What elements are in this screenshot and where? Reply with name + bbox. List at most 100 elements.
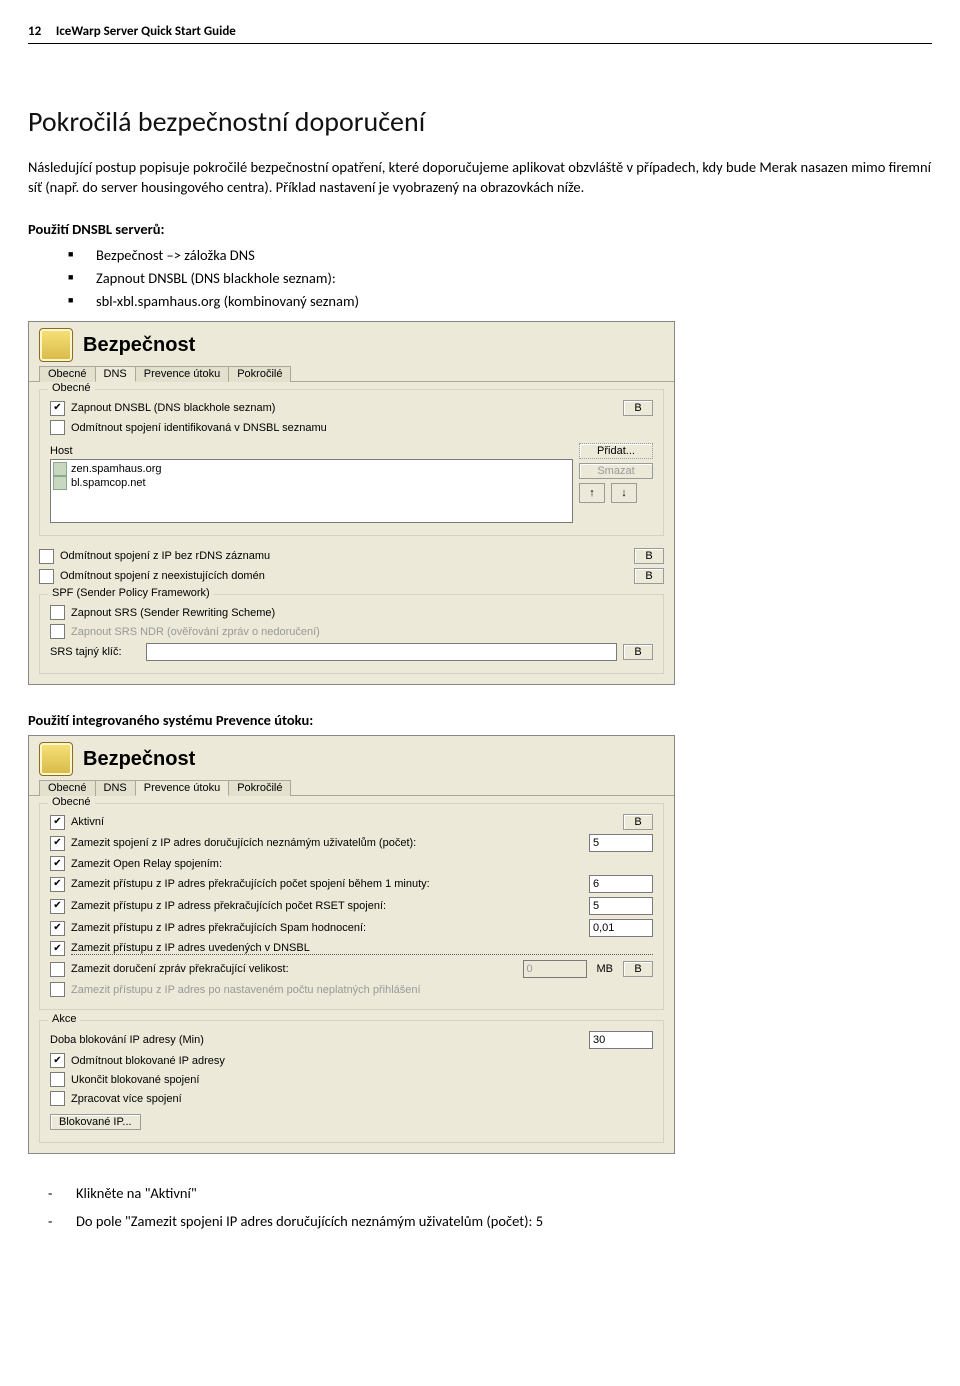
tab-pokrocile[interactable]: Pokročilé xyxy=(228,780,291,796)
input-unknown-users[interactable]: 5 xyxy=(589,834,653,852)
host-column-header: Host xyxy=(50,445,84,457)
checkbox-reject-blocked[interactable] xyxy=(50,1053,65,1068)
label-reject-dnsbl: Odmítnout spojení identifikovaná v DNSBL… xyxy=(71,422,653,434)
checkbox-nx-domain[interactable] xyxy=(39,569,54,584)
checkbox-srs[interactable] xyxy=(50,605,65,620)
panel-titlebar: Bezpečnost xyxy=(29,736,674,778)
checkbox-aktivni[interactable] xyxy=(50,815,65,830)
intro-paragraph: Následující postup popisuje pokročilé be… xyxy=(28,157,932,198)
tab-obecne[interactable]: Obecné xyxy=(39,366,96,382)
security-panel-dns: Bezpečnost Obecné DNS Prevence útoku Pok… xyxy=(28,321,675,685)
tab-row: Obecné DNS Prevence útoku Pokročilé xyxy=(29,779,674,796)
b-button[interactable]: B xyxy=(623,400,653,416)
checkbox-srs-ndr[interactable] xyxy=(50,624,65,639)
checkbox-open-relay[interactable] xyxy=(50,856,65,871)
b-button[interactable]: B xyxy=(623,644,653,660)
list-item: Klikněte na "Aktivní" xyxy=(48,1180,932,1208)
group-legend: SPF (Sender Policy Framework) xyxy=(48,587,214,599)
input-msg-size[interactable]: 0 xyxy=(523,960,587,978)
tab-obecne[interactable]: Obecné xyxy=(39,780,96,796)
checkbox-spam-score[interactable] xyxy=(50,921,65,936)
blocked-ip-button[interactable]: Blokované IP... xyxy=(50,1114,141,1130)
server-icon xyxy=(53,462,67,476)
tab-dns[interactable]: DNS xyxy=(95,366,136,382)
tab-row: Obecné DNS Prevence útoku Pokročilé xyxy=(29,365,674,382)
label-invalid-logins: Zamezit přístupu z IP adres po nastavené… xyxy=(71,984,653,996)
label-block-duration: Doba blokování IP adresy (Min) xyxy=(50,1034,583,1046)
checkbox-dnsbl[interactable] xyxy=(50,401,65,416)
srs-key-label: SRS tajný klíč: xyxy=(50,646,140,658)
label-srs-ndr: Zapnout SRS NDR (ověřování zpráv o nedor… xyxy=(71,626,653,638)
label-srs: Zapnout SRS (Sender Rewriting Scheme) xyxy=(71,607,653,619)
server-icon xyxy=(53,476,67,490)
checkbox-ip-in-dnsbl[interactable] xyxy=(50,941,65,956)
tab-prevence[interactable]: Prevence útoku xyxy=(135,366,229,382)
dnsbl-heading: Použití DNSBL serverů: xyxy=(28,220,932,238)
label-nx-domain: Odmítnout spojení z neexistujících domén xyxy=(60,570,628,582)
doc-title: IceWarp Server Quick Start Guide xyxy=(56,24,236,39)
group-legend: Akce xyxy=(48,1013,80,1025)
list-item: Do pole "Zamezit spojeni IP adres doruču… xyxy=(48,1208,932,1236)
move-down-button[interactable]: ↓ xyxy=(611,483,637,503)
dnsbl-host-list[interactable]: zen.spamhaus.org bl.spamcop.net xyxy=(50,459,573,523)
label-dnsbl: Zapnout DNSBL (DNS blackhole seznam) xyxy=(71,402,617,414)
b-button[interactable]: B xyxy=(623,814,653,830)
host-name: bl.spamcop.net xyxy=(71,477,146,489)
group-obecne: Obecné Aktivní B Zamezit spojení z IP ad… xyxy=(39,803,664,1010)
move-up-button[interactable]: ↑ xyxy=(579,483,605,503)
group-legend: Obecné xyxy=(48,382,95,394)
shield-icon xyxy=(39,742,73,776)
list-item: Bezpečnost –> záložka DNS xyxy=(68,244,932,267)
b-button[interactable]: B xyxy=(634,548,664,564)
checkbox-msg-size[interactable] xyxy=(50,962,65,977)
checkbox-close-blocked[interactable] xyxy=(50,1072,65,1087)
footer-steps: Klikněte na "Aktivní" Do pole "Zamezit s… xyxy=(28,1180,932,1235)
label-unknown-users: Zamezit spojení z IP adres doručujících … xyxy=(71,837,583,849)
label-close-blocked: Ukončit blokované spojení xyxy=(71,1074,653,1086)
b-button[interactable]: B xyxy=(623,961,653,977)
checkbox-unknown-users[interactable] xyxy=(50,836,65,851)
input-block-duration[interactable]: 30 xyxy=(589,1031,653,1049)
label-spam-score: Zamezit přístupu z IP adres překračující… xyxy=(71,922,583,934)
page-number: 12 xyxy=(28,24,41,39)
group-akce: Akce Doba blokování IP adresy (Min) 30 O… xyxy=(39,1020,664,1143)
input-conn-per-minute[interactable]: 6 xyxy=(589,875,653,893)
prevence-heading: Použití integrovaného systému Prevence ú… xyxy=(28,711,932,729)
label-aktivni: Aktivní xyxy=(71,816,617,828)
list-item[interactable]: bl.spamcop.net xyxy=(53,476,570,490)
checkbox-conn-per-minute[interactable] xyxy=(50,877,65,892)
checkbox-reject-dnsbl[interactable] xyxy=(50,420,65,435)
input-spam-score[interactable]: 0,01 xyxy=(589,919,653,937)
label-open-relay: Zamezit Open Relay spojením: xyxy=(71,858,653,870)
checkbox-invalid-logins[interactable] xyxy=(50,982,65,997)
host-name: zen.spamhaus.org xyxy=(71,463,162,475)
list-item[interactable]: zen.spamhaus.org xyxy=(53,462,570,476)
group-legend: Obecné xyxy=(48,796,95,808)
checkbox-multi-conn[interactable] xyxy=(50,1091,65,1106)
label-msg-size: Zamezit doručení zpráv překračující veli… xyxy=(71,963,517,975)
tab-prevence[interactable]: Prevence útoku xyxy=(135,780,229,796)
label-conn-per-minute: Zamezit přístupu z IP adres překračující… xyxy=(71,878,583,890)
panel-title: Bezpečnost xyxy=(83,748,195,771)
tab-pokrocile[interactable]: Pokročilé xyxy=(228,366,291,382)
checkbox-rset[interactable] xyxy=(50,899,65,914)
security-panel-prevence: Bezpečnost Obecné DNS Prevence útoku Pok… xyxy=(28,735,675,1154)
page-header: 12 IceWarp Server Quick Start Guide xyxy=(28,24,932,44)
group-spf: SPF (Sender Policy Framework) Zapnout SR… xyxy=(39,594,664,674)
dnsbl-list: Bezpečnost –> záložka DNS Zapnout DNSBL … xyxy=(28,244,932,314)
label-ip-in-dnsbl: Zamezit přístupu z IP adres uvedených v … xyxy=(71,942,653,955)
checkbox-no-rdns[interactable] xyxy=(39,549,54,564)
label-no-rdns: Odmítnout spojení z IP bez rDNS záznamu xyxy=(60,550,628,562)
list-item: Zapnout DNSBL (DNS blackhole seznam): xyxy=(68,267,932,290)
srs-key-input[interactable] xyxy=(146,643,617,661)
panel-titlebar: Bezpečnost xyxy=(29,322,674,364)
panel-title: Bezpečnost xyxy=(83,334,195,357)
label-reject-blocked: Odmítnout blokované IP adresy xyxy=(71,1055,653,1067)
label-rset: Zamezit přístupu z IP adress překračujíc… xyxy=(71,900,583,912)
page-title: Pokročilá bezpečnostní doporučení xyxy=(28,104,932,139)
tab-dns[interactable]: DNS xyxy=(95,780,136,796)
add-button[interactable]: Přidat... xyxy=(579,443,653,459)
b-button[interactable]: B xyxy=(634,568,664,584)
delete-button[interactable]: Smazat xyxy=(579,463,653,479)
input-rset[interactable]: 5 xyxy=(589,897,653,915)
